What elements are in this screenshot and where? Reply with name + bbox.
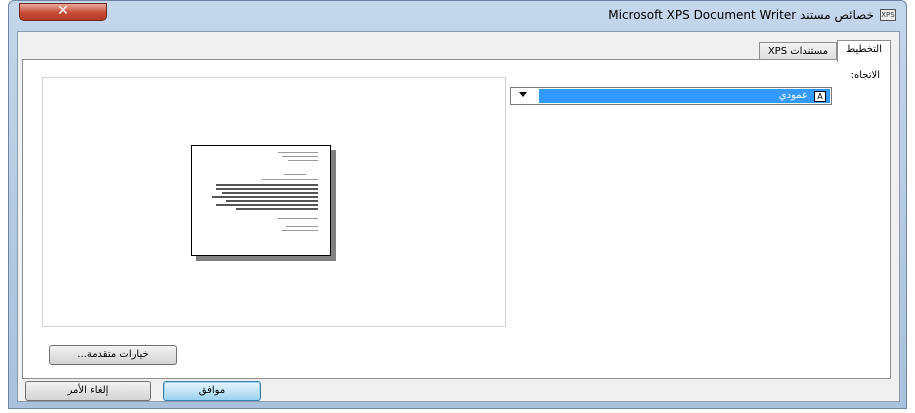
orientation-select[interactable]: A عمودي	[510, 87, 832, 105]
preview-line	[284, 174, 306, 175]
preview-line	[226, 200, 318, 202]
close-button[interactable]: ✕	[19, 3, 107, 21]
page-preview	[42, 77, 506, 327]
preview-line	[212, 196, 318, 198]
tab-strip: التخطيط مستندات XPS	[758, 40, 891, 62]
preview-line	[222, 192, 318, 194]
cancel-button[interactable]: إلغاء الأمر	[25, 381, 151, 401]
title-bar[interactable]: ✕ خصائص مستند Microsoft XPS Document Wri…	[9, 1, 906, 31]
preview-line	[262, 179, 318, 180]
preview-line	[236, 208, 318, 210]
dialog-client: التخطيط مستندات XPS الاتجاه: A عمودي خيا…	[17, 31, 900, 402]
orientation-value: عمودي	[778, 90, 808, 101]
ok-button[interactable]: موافق	[163, 381, 261, 401]
preview-line	[288, 160, 318, 161]
dialog-window: ✕ خصائص مستند Microsoft XPS Document Wri…	[8, 0, 907, 409]
title-group: خصائص مستند Microsoft XPS Document Write…	[608, 8, 896, 22]
tab-layout[interactable]: التخطيط	[836, 40, 891, 62]
preview-line	[216, 204, 318, 206]
preview-line	[216, 184, 318, 186]
orientation-selected: A عمودي	[539, 89, 830, 103]
page-preview-sheet	[191, 145, 331, 256]
portrait-orientation-icon: A	[814, 90, 826, 102]
orientation-label: الاتجاه:	[850, 70, 880, 81]
preview-line	[278, 218, 318, 219]
printer-icon: XPS	[880, 9, 896, 21]
preview-line	[286, 226, 318, 227]
preview-line	[216, 188, 318, 190]
tab-panel-layout: الاتجاه: A عمودي خيارات متقدمة...	[22, 59, 891, 379]
preview-line	[282, 230, 318, 231]
preview-line	[278, 152, 318, 153]
chevron-down-icon[interactable]	[519, 92, 527, 97]
window-title: خصائص مستند Microsoft XPS Document Write…	[608, 8, 874, 22]
preview-line	[282, 156, 318, 157]
close-icon: ✕	[57, 3, 69, 19]
advanced-options-button[interactable]: خيارات متقدمة...	[49, 345, 177, 365]
